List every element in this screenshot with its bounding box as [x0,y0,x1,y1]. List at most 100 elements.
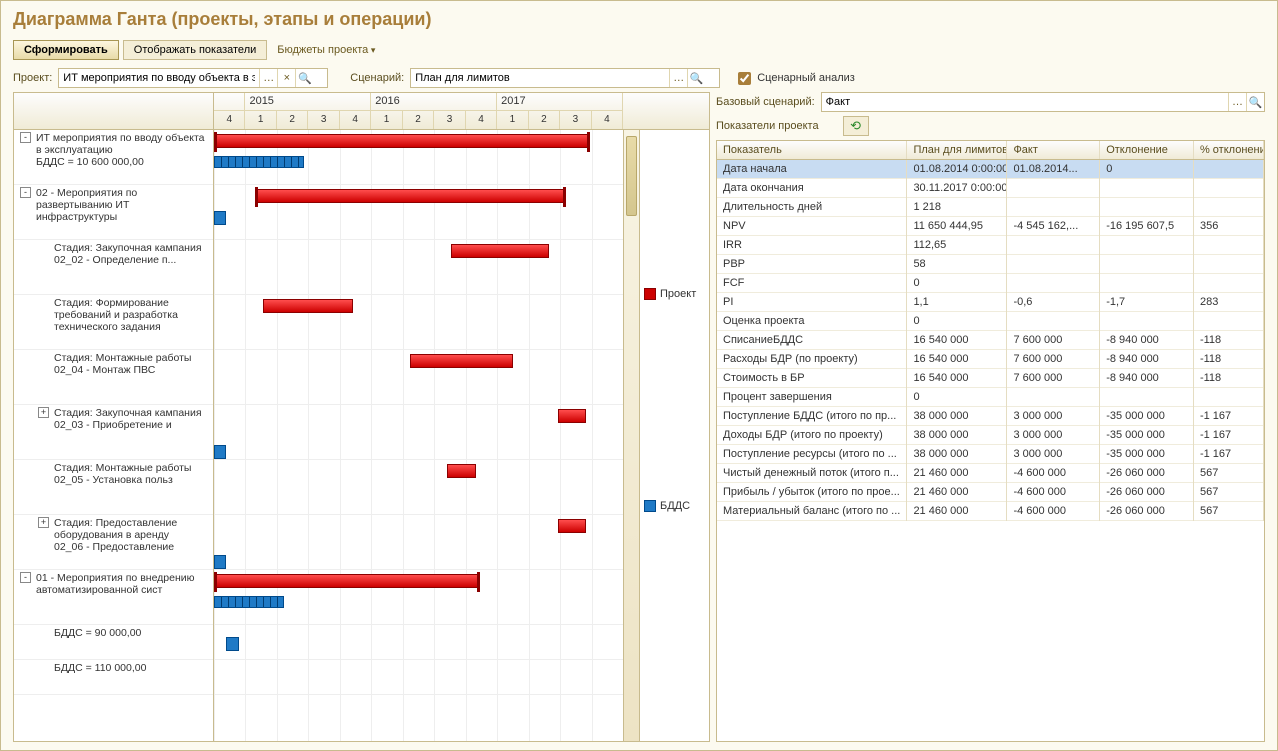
scenario-ellipsis-icon[interactable]: … [669,69,687,87]
gantt-bar[interactable] [214,445,226,459]
base-scenario-search-icon[interactable]: 🔍 [1246,93,1264,111]
gantt-bar[interactable] [255,189,566,203]
toggle-icon[interactable]: + [38,517,49,528]
table-cell: 3 000 000 [1007,445,1100,464]
quarter-header: 3 [308,111,339,129]
quarter-header: 1 [371,111,402,129]
table-row[interactable]: Процент завершения0 [717,388,1264,407]
table-header[interactable]: % отклонения [1193,141,1263,160]
table-row[interactable]: PBP58 [717,255,1264,274]
table-row[interactable]: Длительность дней1 218 [717,198,1264,217]
show-metrics-button[interactable]: Отображать показатели [123,40,267,60]
legend-bdds: БДДС [644,500,705,512]
gantt-scrollbar[interactable] [623,130,639,741]
scenario-analysis-checkbox[interactable] [738,72,751,85]
project-field[interactable]: … × 🔍 [58,68,328,88]
toggle-icon[interactable]: + [38,407,49,418]
base-scenario-ellipsis-icon[interactable]: … [1228,93,1246,111]
table-header[interactable]: Отклонение [1100,141,1194,160]
table-cell [1007,274,1100,293]
task-row[interactable]: Стадия: Монтажные работы 02_04 - Монтаж … [14,350,213,405]
gantt-bar[interactable] [214,211,226,225]
table-row[interactable]: NPV11 650 444,95-4 545 162,...-16 195 60… [717,217,1264,236]
quarter-header: 2 [529,111,560,129]
table-row[interactable]: Поступление ресурсы (итого по ...38 000 … [717,445,1264,464]
scenario-input[interactable] [411,70,669,86]
table-row[interactable]: Оценка проекта0 [717,312,1264,331]
legend-project: Проект [644,288,705,300]
gantt-bar[interactable] [214,574,480,588]
gantt-bar[interactable] [558,519,587,533]
table-cell: 0 [1100,160,1194,179]
table-row[interactable]: Расходы БДР (по проекту)16 540 0007 600 … [717,350,1264,369]
table-row[interactable]: Материальный баланс (итого по ...21 460 … [717,502,1264,521]
table-row[interactable]: IRR112,65 [717,236,1264,255]
bar-row [214,185,623,240]
table-row[interactable]: Чистый денежный поток (итого п...21 460 … [717,464,1264,483]
gantt-bar[interactable] [263,299,353,313]
generate-button[interactable]: Сформировать [13,40,119,60]
table-header[interactable]: Показатель [717,141,907,160]
task-row[interactable]: Стадия: Монтажные работы 02_05 - Установ… [14,460,213,515]
table-row[interactable]: Дата окончания30.11.2017 0:00:00 [717,179,1264,198]
gantt-chart-area[interactable] [214,130,623,741]
base-scenario-field[interactable]: … 🔍 [821,92,1265,112]
gantt-bar[interactable] [214,555,226,569]
gantt-bar[interactable] [451,244,549,258]
task-row[interactable]: БДДС = 110 000,00 [14,660,213,695]
toggle-icon[interactable]: - [20,132,31,143]
task-row[interactable]: Стадия: Закупочная кампания 02_02 - Опре… [14,240,213,295]
table-row[interactable]: СписаниеБДДС16 540 0007 600 000-8 940 00… [717,331,1264,350]
gantt-bar[interactable] [214,134,590,148]
gantt-bar[interactable] [447,464,476,478]
task-row[interactable]: +Стадия: Закупочная кампания 02_03 - При… [14,405,213,460]
table-cell: Стоимость в БР [717,369,907,388]
table-cell: -0,6 [1007,293,1100,312]
metrics-table[interactable]: ПоказательПлан для лимитовФактОтклонение… [716,140,1265,742]
gantt-bar[interactable] [214,156,304,168]
table-cell: Длительность дней [717,198,907,217]
task-row[interactable]: +Стадия: Предоставление оборудования в а… [14,515,213,570]
table-cell: Поступление БДДС (итого по пр... [717,407,907,426]
table-cell [1100,388,1194,407]
table-row[interactable]: Стоимость в БР16 540 0007 600 000-8 940 … [717,369,1264,388]
bar-row [214,240,623,295]
scenario-search-icon[interactable]: 🔍 [687,69,705,87]
table-row[interactable]: Поступление БДДС (итого по пр...38 000 0… [717,407,1264,426]
toggle-icon[interactable]: - [20,572,31,583]
refresh-button[interactable]: ⟲ [843,116,869,136]
table-cell: -26 060 000 [1100,502,1194,521]
project-ellipsis-icon[interactable]: … [259,69,277,87]
gantt-panel: 201520162017 4123412341234 -ИТ мероприят… [13,92,710,742]
gantt-bar[interactable] [226,637,238,651]
gantt-bar[interactable] [558,409,587,423]
table-cell: -8 940 000 [1100,331,1194,350]
table-row[interactable]: Доходы БДР (итого по проекту)38 000 0003… [717,426,1264,445]
toggle-icon[interactable]: - [20,187,31,198]
task-row[interactable]: Стадия: Формирование требований и разраб… [14,295,213,350]
table-row[interactable]: Прибыль / убыток (итого по прое...21 460… [717,483,1264,502]
task-row[interactable]: -ИТ мероприятия по вводу объекта в экспл… [14,130,213,185]
task-row[interactable]: -02 - Мероприятия по развертыванию ИТ ин… [14,185,213,240]
scenario-field[interactable]: … 🔍 [410,68,720,88]
project-input[interactable] [59,70,259,86]
table-row[interactable]: Дата начала01.08.2014 0:00:0001.08.2014.… [717,160,1264,179]
base-scenario-input[interactable] [822,94,1228,110]
table-header[interactable]: План для лимитов [907,141,1007,160]
project-clear-icon[interactable]: × [277,69,295,87]
task-row[interactable]: БДДС = 90 000,00 [14,625,213,660]
gantt-bar[interactable] [214,596,284,608]
table-cell: -4 545 162,... [1007,217,1100,236]
table-cell: Дата начала [717,160,907,179]
table-cell: 21 460 000 [907,502,1007,521]
table-row[interactable]: FCF0 [717,274,1264,293]
table-row[interactable]: PI1,1-0,6-1,7283 [717,293,1264,312]
table-header[interactable]: Факт [1007,141,1100,160]
gantt-bar[interactable] [410,354,512,368]
quarter-header: 4 [466,111,497,129]
task-row[interactable]: -01 - Мероприятия по внедрению автоматиз… [14,570,213,625]
project-search-icon[interactable]: 🔍 [295,69,313,87]
table-cell: Дата окончания [717,179,907,198]
table-cell [1193,388,1263,407]
budgets-dropdown[interactable]: Бюджеты проекта [271,41,381,59]
